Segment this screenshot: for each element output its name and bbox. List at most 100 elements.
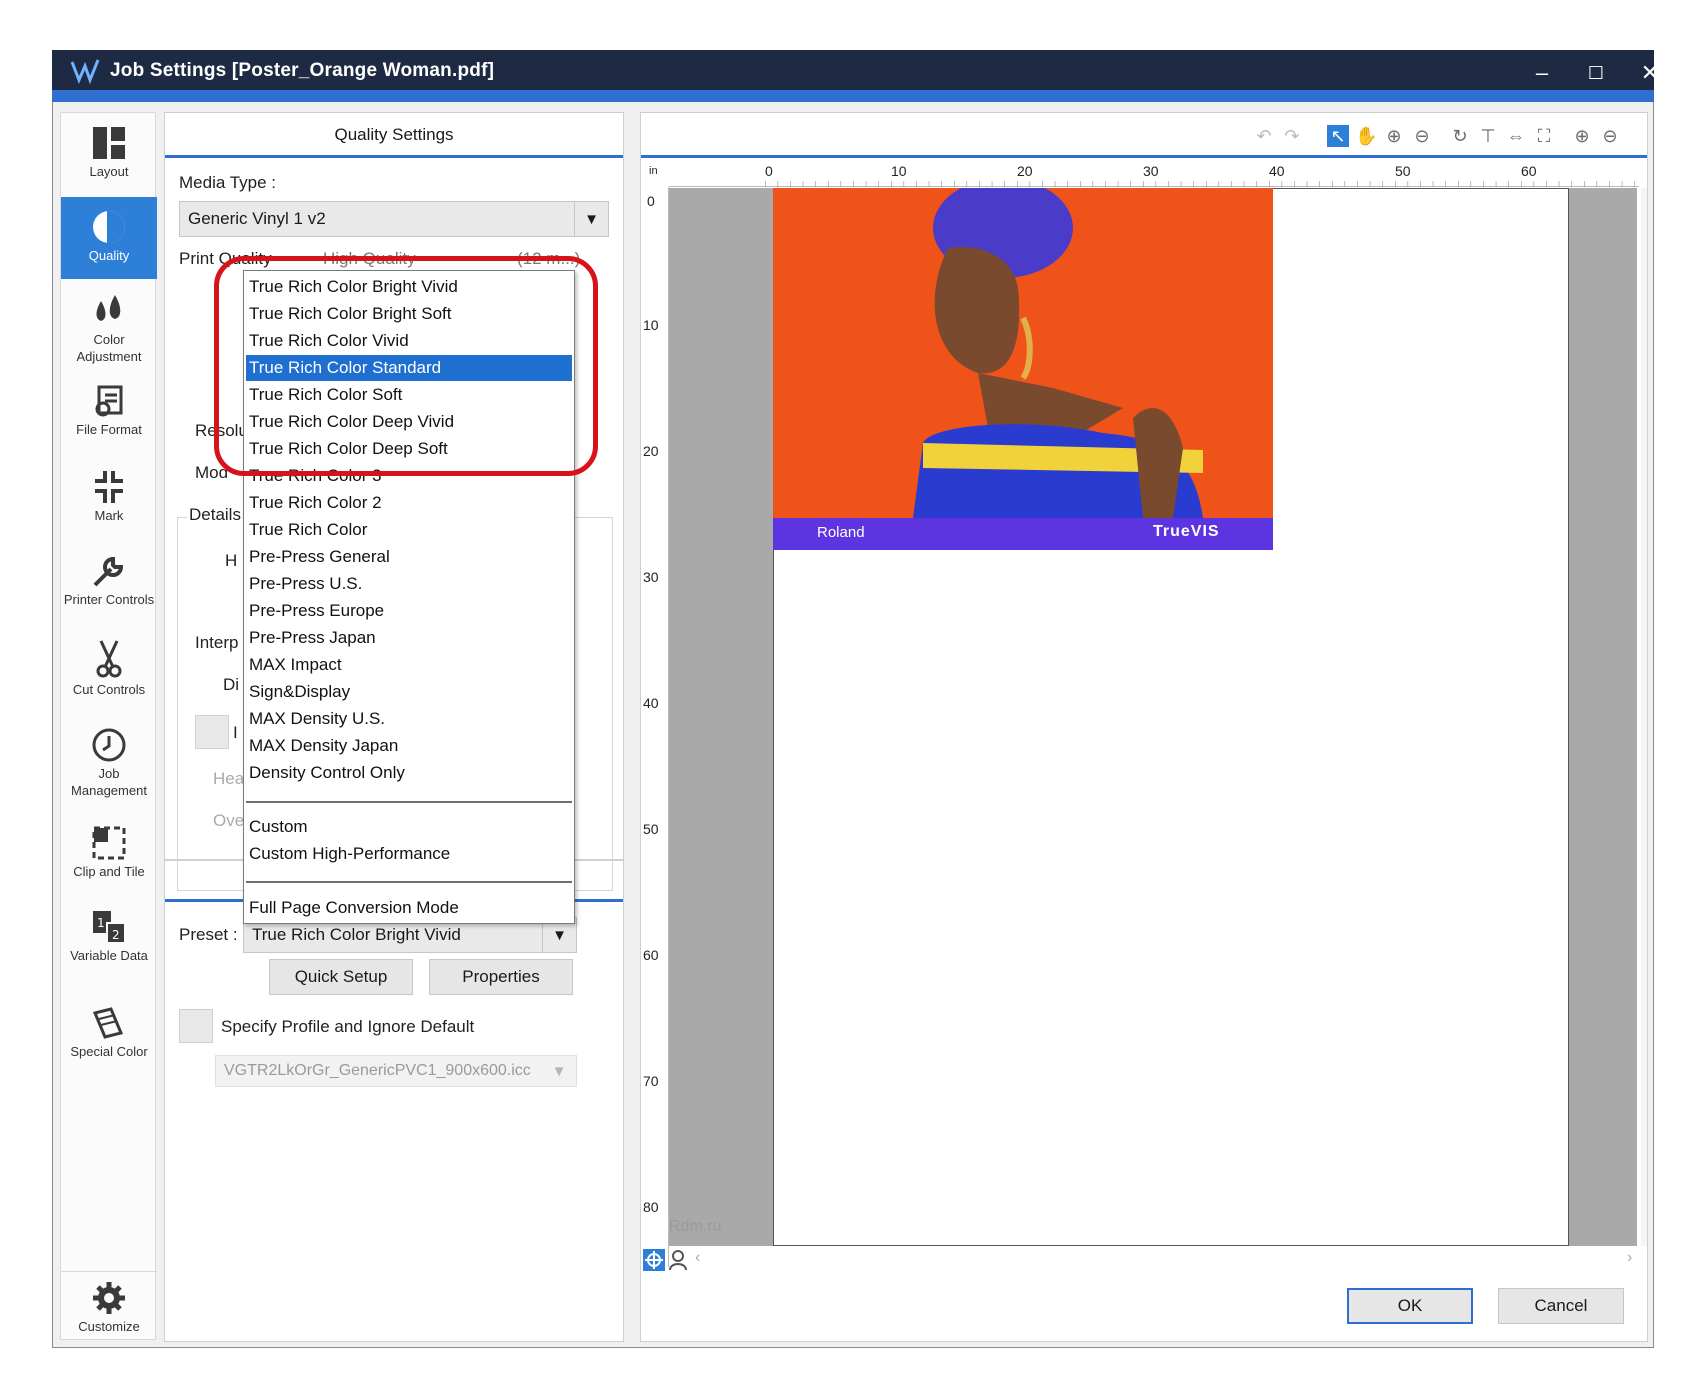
ruler-label: 30: [643, 569, 659, 585]
ruler-label: 10: [891, 163, 907, 179]
dropdown-item[interactable]: MAX Impact: [246, 652, 572, 678]
i-label: I: [233, 723, 238, 742]
undo-icon[interactable]: ↶: [1253, 125, 1275, 147]
sidebar-item-label: Color Adjustment: [76, 332, 142, 364]
quick-setup-button[interactable]: Quick Setup: [269, 959, 413, 995]
ruler-label: 70: [643, 1073, 659, 1089]
sidebar-item-label: Special Color: [70, 1044, 148, 1059]
media-type-value: Generic Vinyl 1 v2: [188, 209, 326, 228]
crosshair-icon[interactable]: [643, 1249, 665, 1271]
annotation-highlight-ring: [214, 256, 598, 476]
dropdown-item[interactable]: Custom: [246, 814, 572, 840]
sidebar-item-job-management[interactable]: Job Management: [61, 721, 157, 807]
chevron-down-icon[interactable]: ▼: [542, 1056, 576, 1086]
sidebar-item-label: Variable Data: [70, 948, 148, 963]
sidebar-item-variable-data[interactable]: 12 Variable Data: [61, 903, 157, 995]
sidebar-item-color-adjustment[interactable]: Color Adjustment: [61, 285, 157, 369]
fit-width-icon[interactable]: ⇔: [1505, 125, 1527, 147]
sidebar-item-label: Cut Controls: [72, 682, 146, 697]
chevron-down-icon[interactable]: ▼: [574, 202, 608, 236]
sidebar-item-mark[interactable]: Mark: [61, 459, 157, 539]
sidebar: Layout Quality Color Adjustment File For…: [60, 112, 157, 1341]
dropdown-item[interactable]: True Rich Color 2: [246, 490, 572, 516]
brand-left: Roland: [817, 524, 865, 541]
hand-icon[interactable]: ✋: [1355, 125, 1377, 147]
zoom-in-icon[interactable]: ⊕: [1383, 125, 1405, 147]
redo-icon[interactable]: ↷: [1281, 125, 1303, 147]
poster-brand-band: Roland TrueVIS: [773, 518, 1273, 550]
sidebar-item-quality[interactable]: Quality: [61, 197, 157, 279]
sidebar-item-printer-controls[interactable]: Printer Controls: [61, 543, 157, 629]
remove-icon[interactable]: ⊖: [1599, 125, 1621, 147]
file-format-icon: [95, 385, 123, 417]
dropdown-item[interactable]: Custom High-Performance: [246, 841, 572, 867]
dropdown-item[interactable]: MAX Density Japan: [246, 733, 572, 759]
specify-profile-label: Specify Profile and Ignore Default: [221, 1017, 475, 1036]
preview-toolbar: ↶ ↷ ↖ ✋ ⊕ ⊖ ↻ ⊤ ⇔ ⛶ ⊕ ⊖: [641, 113, 1647, 158]
sidebar-item-customize[interactable]: Customize: [61, 1271, 157, 1341]
ruler-label: 10: [643, 317, 659, 333]
preset-value: True Rich Color Bright Vivid: [252, 925, 461, 944]
sidebar-item-cut-controls[interactable]: Cut Controls: [61, 633, 157, 719]
ruler-label: 20: [1017, 163, 1033, 179]
ove-label: Ove: [213, 811, 245, 830]
poster-image[interactable]: Roland TrueVIS: [773, 188, 1273, 550]
media-type-select[interactable]: Generic Vinyl 1 v2 ▼: [179, 201, 609, 237]
dropdown-item[interactable]: Pre-Press General: [246, 544, 572, 570]
align-top-icon[interactable]: ⊤: [1477, 125, 1499, 147]
properties-button[interactable]: Properties: [429, 959, 573, 995]
dropdown-item[interactable]: Sign&Display: [246, 679, 572, 705]
brand-right: TrueVIS: [1153, 523, 1220, 540]
ruler-label: 20: [643, 443, 659, 459]
color-adjustment-icon: [96, 295, 121, 321]
scroll-right-icon[interactable]: ›: [1627, 1249, 1632, 1267]
window-title: Job Settings [Poster_Orange Woman.pdf]: [110, 60, 495, 81]
profile-select[interactable]: VGTR2LkOrGr_GenericPVC1_900x600.icc ▼: [215, 1055, 577, 1087]
gear-icon: [93, 1282, 125, 1314]
sidebar-item-label: Quality: [88, 248, 130, 263]
dropdown-item[interactable]: Density Control Only: [246, 760, 572, 786]
specify-profile-checkbox[interactable]: [179, 1009, 213, 1043]
svg-text:1: 1: [97, 916, 105, 930]
sidebar-item-label: Clip and Tile: [73, 864, 145, 879]
user-icon[interactable]: [667, 1249, 689, 1271]
sidebar-item-special-color[interactable]: Special Color: [61, 999, 157, 1075]
sidebar-item-clip-and-tile[interactable]: Clip and Tile: [61, 819, 157, 899]
watermark-text: Rdm.ru: [669, 1218, 722, 1235]
sidebar-item-label: Customize: [78, 1319, 140, 1334]
sidebar-item-file-format[interactable]: File Format: [61, 375, 157, 451]
zoom-out-icon[interactable]: ⊖: [1411, 125, 1433, 147]
interp-label: Interp: [195, 633, 239, 652]
vertical-scrollbar[interactable]: [1641, 188, 1647, 1246]
add-icon[interactable]: ⊕: [1571, 125, 1593, 147]
mark-icon: [95, 471, 123, 503]
horizontal-scrollbar[interactable]: ‹ ›: [641, 1249, 1647, 1271]
title-accent-bar: [52, 90, 1654, 102]
minimize-button[interactable]: –: [1522, 58, 1562, 88]
rotate-icon[interactable]: ↻: [1449, 125, 1471, 147]
close-button[interactable]: ✕: [1630, 58, 1670, 88]
ruler-unit: in: [649, 165, 658, 177]
cancel-button[interactable]: Cancel: [1498, 1288, 1624, 1324]
ok-button[interactable]: OK: [1347, 1288, 1473, 1324]
dropdown-item[interactable]: MAX Density U.S.: [246, 706, 572, 732]
scroll-left-icon[interactable]: ‹: [695, 1249, 700, 1267]
fit-page-icon[interactable]: ⛶: [1533, 125, 1555, 147]
pointer-icon[interactable]: ↖: [1327, 125, 1349, 147]
dropdown-item[interactable]: Full Page Conversion Mode: [246, 895, 572, 921]
sidebar-item-layout[interactable]: Layout: [61, 113, 157, 197]
app-logo-icon: [70, 59, 100, 84]
wrench-icon: [93, 556, 124, 587]
dropdown-item[interactable]: Pre-Press Japan: [246, 625, 572, 651]
details-checkbox[interactable]: [195, 715, 229, 749]
dropdown-item[interactable]: Pre-Press Europe: [246, 598, 572, 624]
details-label: Details: [187, 505, 243, 525]
sidebar-item-label: Mark: [94, 508, 124, 523]
maximize-button[interactable]: ☐: [1576, 58, 1616, 88]
preview-canvas[interactable]: Roland TrueVIS: [669, 188, 1637, 1246]
dropdown-item[interactable]: Pre-Press U.S.: [246, 571, 572, 597]
svg-text:2: 2: [112, 928, 120, 942]
sidebar-item-label: File Format: [76, 422, 142, 437]
dropdown-item[interactable]: True Rich Color: [246, 517, 572, 543]
horizontal-ruler: 0 10 20 30 40 50 60: [669, 161, 1639, 187]
